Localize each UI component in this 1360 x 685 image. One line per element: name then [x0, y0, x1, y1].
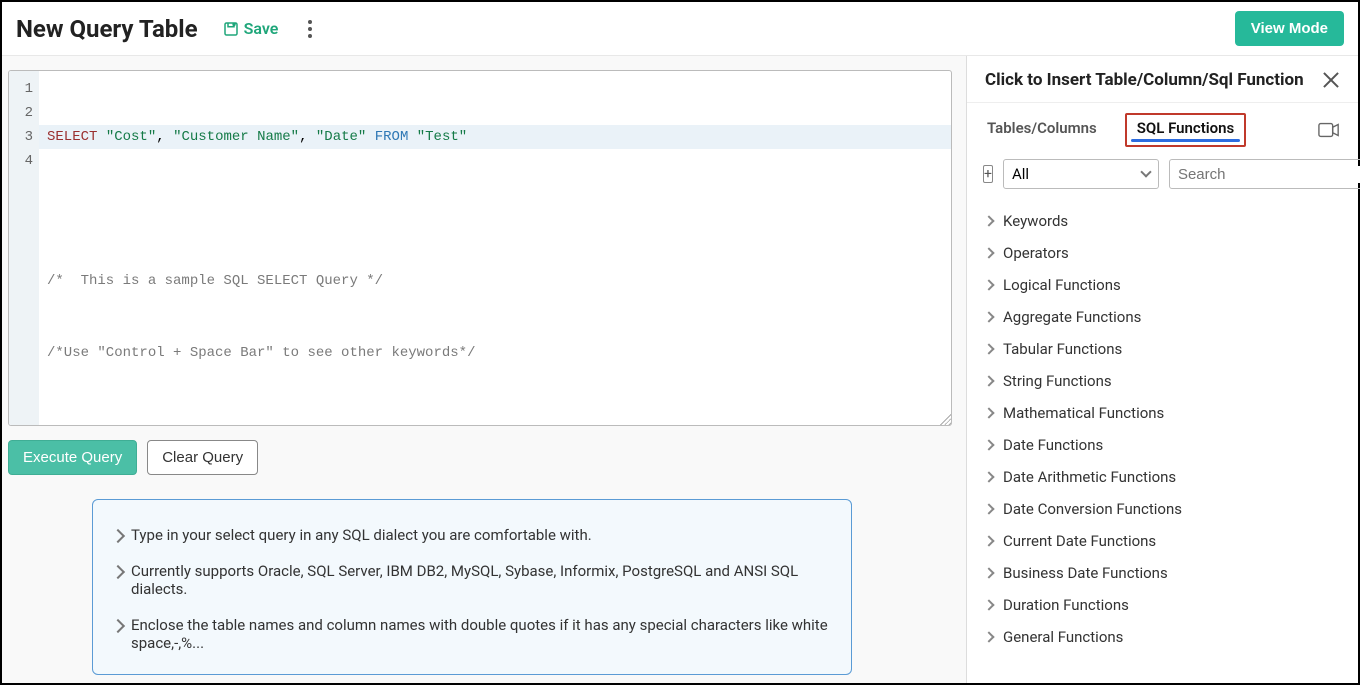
chevron-right-icon: [983, 407, 994, 418]
chevron-right-icon: [983, 567, 994, 578]
chevron-right-icon: [983, 311, 994, 322]
chevron-right-icon: [983, 599, 994, 610]
category-list: Keywords Operators Logical Functions Agg…: [967, 201, 1358, 683]
hint-item: Type in your select query in any SQL dia…: [113, 526, 831, 544]
close-icon[interactable]: [1322, 71, 1340, 89]
category-item[interactable]: Keywords: [983, 205, 1342, 237]
category-item[interactable]: General Functions: [983, 621, 1342, 653]
category-item[interactable]: Business Date Functions: [983, 557, 1342, 589]
category-item[interactable]: String Functions: [983, 365, 1342, 397]
sql-editor[interactable]: 1 2 3 4 SELECT "Cost", "Customer Name", …: [8, 70, 952, 426]
more-menu-button[interactable]: [302, 14, 318, 44]
chevron-right-icon: [983, 471, 994, 482]
video-help-icon[interactable]: [1318, 122, 1340, 138]
chevron-right-icon: [983, 375, 994, 386]
tab-sql-functions[interactable]: SQL Functions: [1125, 113, 1247, 147]
chevron-right-icon: [983, 343, 994, 354]
execute-query-button[interactable]: Execute Query: [8, 440, 137, 475]
category-item[interactable]: Mathematical Functions: [983, 397, 1342, 429]
category-item[interactable]: Date Arithmetic Functions: [983, 461, 1342, 493]
hints-panel: Type in your select query in any SQL dia…: [92, 499, 852, 675]
code-area[interactable]: SELECT "Cost", "Customer Name", "Date" F…: [39, 71, 951, 425]
chevron-right-icon: [111, 565, 125, 579]
save-button[interactable]: Save: [222, 19, 279, 38]
line-gutter: 1 2 3 4: [9, 71, 39, 425]
chevron-right-icon: [983, 503, 994, 514]
chevron-right-icon: [983, 247, 994, 258]
hint-item: Enclose the table names and column names…: [113, 616, 831, 652]
panel-tabs: Tables/Columns SQL Functions: [967, 103, 1358, 147]
panel-title: Click to Insert Table/Column/Sql Functio…: [985, 70, 1304, 90]
category-item[interactable]: Date Conversion Functions: [983, 493, 1342, 525]
save-icon: [222, 20, 240, 38]
chevron-down-icon: [1140, 166, 1151, 177]
editor-pane: 1 2 3 4 SELECT "Cost", "Customer Name", …: [2, 56, 966, 683]
save-label: Save: [244, 19, 279, 38]
page-title: New Query Table: [16, 15, 198, 43]
chevron-right-icon: [111, 529, 125, 543]
hint-item: Currently supports Oracle, SQL Server, I…: [113, 562, 831, 598]
header: New Query Table Save View Mode: [2, 2, 1358, 56]
resize-handle[interactable]: [937, 411, 951, 425]
search-input-wrap[interactable]: [1169, 159, 1360, 189]
search-input[interactable]: [1178, 166, 1360, 183]
category-item[interactable]: Duration Functions: [983, 589, 1342, 621]
clear-query-button[interactable]: Clear Query: [147, 440, 258, 475]
category-item[interactable]: Tabular Functions: [983, 333, 1342, 365]
category-item[interactable]: Aggregate Functions: [983, 301, 1342, 333]
tab-tables-columns[interactable]: Tables/Columns: [985, 113, 1099, 147]
chevron-right-icon: [983, 535, 994, 546]
category-filter-select[interactable]: All: [1003, 159, 1159, 189]
category-item[interactable]: Operators: [983, 237, 1342, 269]
expand-all-button[interactable]: +: [983, 165, 993, 183]
chevron-right-icon: [983, 215, 994, 226]
view-mode-button[interactable]: View Mode: [1235, 11, 1344, 46]
chevron-right-icon: [983, 279, 994, 290]
category-item[interactable]: Current Date Functions: [983, 525, 1342, 557]
category-item[interactable]: Logical Functions: [983, 269, 1342, 301]
chevron-right-icon: [111, 619, 125, 633]
chevron-right-icon: [983, 439, 994, 450]
chevron-right-icon: [983, 631, 994, 642]
insert-panel: Click to Insert Table/Column/Sql Functio…: [966, 56, 1358, 683]
category-item[interactable]: Date Functions: [983, 429, 1342, 461]
